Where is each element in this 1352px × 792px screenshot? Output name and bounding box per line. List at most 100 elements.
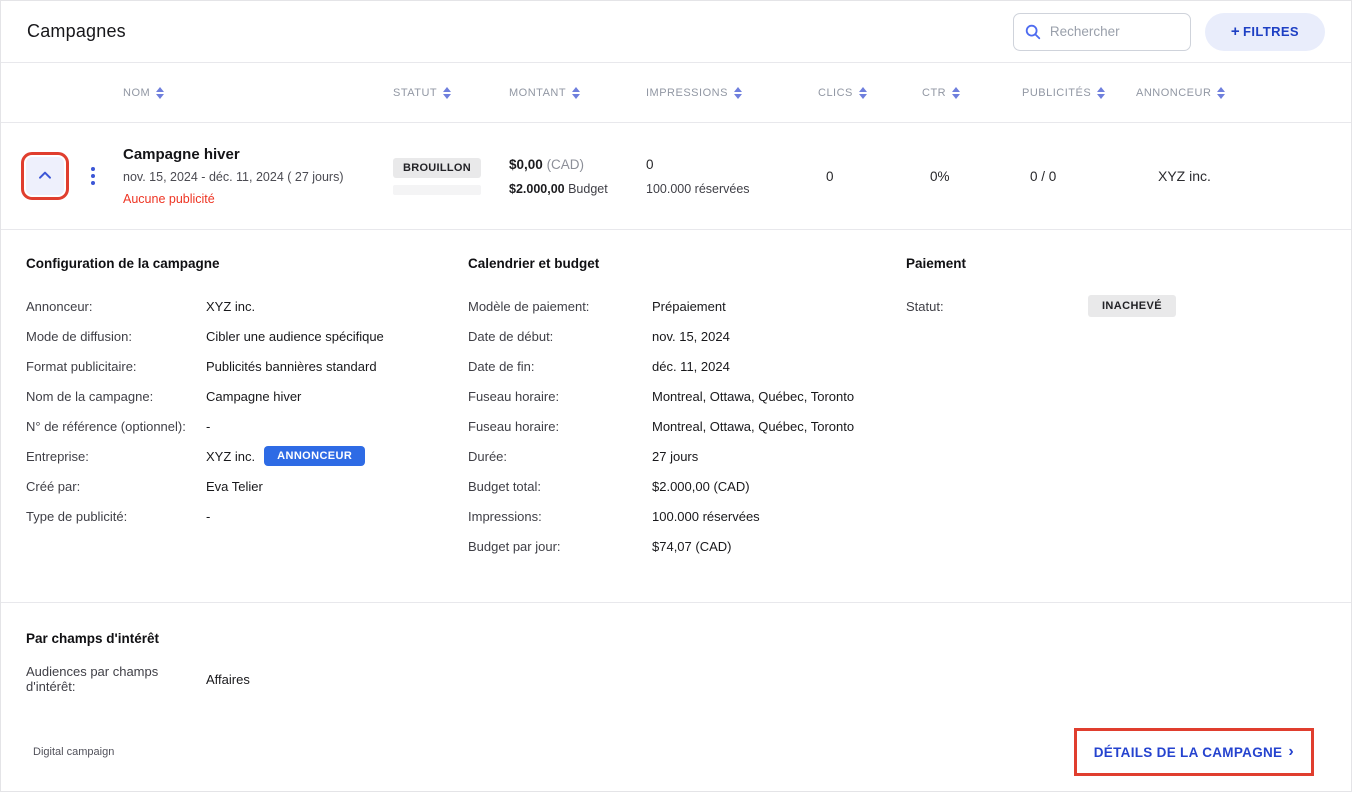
field-value: Campagne hiver: [206, 389, 301, 404]
column-header-clics[interactable]: CLICS: [818, 87, 922, 99]
amount-value: $0,00: [509, 157, 543, 172]
status-cell: BROUILLON: [393, 158, 509, 195]
config-row-entreprise: Entreprise: XYZ inc. ANNONCEUR: [26, 441, 468, 471]
field-label: Nom de la campagne:: [26, 389, 206, 404]
field-value: Publicités bannières standard: [206, 359, 377, 374]
field-value: -: [206, 419, 210, 434]
calendar-row-fuseau-1: Fuseau horaire: Montreal, Ottawa, Québec…: [468, 381, 906, 411]
campaign-row: Campagne hiver nov. 15, 2024 - déc. 11, …: [1, 123, 1351, 229]
search-input[interactable]: [1050, 24, 1170, 39]
field-value: Eva Telier: [206, 479, 263, 494]
field-value: XYZ inc. ANNONCEUR: [206, 446, 365, 466]
kebab-menu-icon[interactable]: [87, 163, 99, 189]
column-header-ctr[interactable]: CTR: [922, 87, 1022, 99]
calendar-row-modele: Modèle de paiement: Prépaiement: [468, 291, 906, 321]
interest-section-title: Par champs d'intérêt: [26, 631, 1327, 646]
calendar-budget-section: Calendrier et budget Modèle de paiement:…: [468, 256, 906, 602]
field-label: Statut:: [906, 299, 1088, 314]
column-label: STATUT: [393, 87, 437, 99]
column-label: CLICS: [818, 87, 853, 99]
field-label: Format publicitaire:: [26, 359, 206, 374]
campaign-warning: Aucune publicité: [123, 192, 393, 206]
impressions-value: 0: [646, 157, 818, 172]
collapse-row-button[interactable]: [26, 157, 64, 195]
clics-cell: 0: [818, 169, 922, 184]
publicites-cell: 0 / 0: [1022, 169, 1136, 184]
field-label: Date de fin:: [468, 359, 652, 374]
plus-icon: +: [1231, 23, 1240, 40]
campaign-name: Campagne hiver: [123, 146, 393, 163]
interest-section: Par champs d'intérêt Audiences par champ…: [1, 603, 1351, 713]
campaign-dates: nov. 15, 2024 - déc. 11, 2024 ( 27 jours…: [123, 170, 393, 184]
interest-row: Audiences par champs d'intérêt: Affaires: [26, 664, 1327, 694]
search-box[interactable]: [1013, 13, 1191, 51]
sort-icon[interactable]: [572, 87, 580, 99]
field-value: Prépaiement: [652, 299, 726, 314]
calendar-row-budget-jour: Budget par jour: $74,07 (CAD): [468, 531, 906, 561]
column-header-nom[interactable]: NOM: [123, 87, 393, 99]
campaign-details-button[interactable]: DÉTAILS DE LA CAMPAGNE ›: [1074, 728, 1314, 776]
field-label: Audiences par champs d'intérêt:: [26, 664, 206, 694]
column-label: MONTANT: [509, 87, 566, 99]
sort-icon[interactable]: [443, 87, 451, 99]
column-label: NOM: [123, 87, 150, 99]
table-header-row: NOM STATUT MONTANT IMPRESSIONS CLICS CTR…: [1, 63, 1351, 123]
filters-button-label: FILTRES: [1243, 24, 1299, 39]
field-label: Date de début:: [468, 329, 652, 344]
sort-icon[interactable]: [859, 87, 867, 99]
sort-icon[interactable]: [156, 87, 164, 99]
config-row-nom: Nom de la campagne: Campagne hiver: [26, 381, 468, 411]
sort-icon[interactable]: [1097, 87, 1105, 99]
search-icon: [1024, 23, 1042, 41]
field-value: nov. 15, 2024: [652, 329, 730, 344]
column-label: PUBLICITÉS: [1022, 87, 1091, 99]
field-label: N° de référence (optionnel):: [26, 419, 206, 434]
field-label: Impressions:: [468, 509, 652, 524]
field-label: Mode de diffusion:: [26, 329, 206, 344]
column-header-annonceur[interactable]: ANNONCEUR: [1136, 87, 1351, 99]
field-value: Montreal, Ottawa, Québec, Toronto: [652, 419, 854, 434]
payment-section: Paiement Statut: INACHEVÉ: [906, 256, 1327, 602]
field-value: Affaires: [206, 672, 250, 687]
payment-row-statut: Statut: INACHEVÉ: [906, 291, 1327, 321]
sort-icon[interactable]: [734, 87, 742, 99]
sort-icon[interactable]: [1217, 87, 1225, 99]
campaign-details-button-label: DÉTAILS DE LA CAMPAGNE: [1094, 745, 1283, 760]
progress-bar: [393, 185, 481, 195]
campaign-name-cell[interactable]: Campagne hiver nov. 15, 2024 - déc. 11, …: [123, 146, 393, 206]
configuration-section-title: Configuration de la campagne: [26, 256, 468, 271]
sort-icon[interactable]: [952, 87, 960, 99]
amount-cell: $0,00 (CAD) $2.000,00 Budget: [509, 157, 646, 196]
field-value: XYZ inc.: [206, 299, 255, 314]
campaigns-page: Campagnes + FILTRES NOM STATUT: [0, 0, 1352, 792]
annonceur-cell: XYZ inc.: [1136, 168, 1351, 184]
field-label: Fuseau horaire:: [468, 419, 652, 434]
campaign-type-label: Digital campaign: [33, 746, 114, 758]
impressions-cell: 0 100.000 réservées: [646, 157, 818, 196]
annonceur-badge: ANNONCEUR: [264, 446, 365, 466]
footer-bar: Digital campaign DÉTAILS DE LA CAMPAGNE …: [1, 713, 1351, 791]
config-row-type-publicite: Type de publicité: -: [26, 501, 468, 531]
impressions-reserved: 100.000 réservées: [646, 182, 818, 196]
row-controls: [1, 157, 123, 195]
amount-currency: (CAD): [547, 157, 585, 172]
column-header-publicites[interactable]: PUBLICITÉS: [1022, 87, 1136, 99]
column-header-statut[interactable]: STATUT: [393, 87, 509, 99]
field-value: Cibler une audience spécifique: [206, 329, 384, 344]
field-value: 100.000 réservées: [652, 509, 760, 524]
field-value: 27 jours: [652, 449, 698, 464]
column-header-impressions[interactable]: IMPRESSIONS: [646, 87, 818, 99]
ctr-cell: 0%: [922, 169, 1022, 184]
field-value: $74,07 (CAD): [652, 539, 731, 554]
column-header-montant[interactable]: MONTANT: [509, 87, 646, 99]
chevron-up-icon: [35, 166, 55, 186]
entreprise-value: XYZ inc.: [206, 449, 255, 464]
field-label: Budget total:: [468, 479, 652, 494]
configuration-section: Configuration de la campagne Annonceur: …: [26, 256, 468, 602]
field-label: Modèle de paiement:: [468, 299, 652, 314]
field-label: Annonceur:: [26, 299, 206, 314]
budget-suffix: Budget: [568, 182, 608, 196]
column-label: IMPRESSIONS: [646, 87, 728, 99]
filters-button[interactable]: + FILTRES: [1205, 13, 1325, 51]
config-row-annonceur: Annonceur: XYZ inc.: [26, 291, 468, 321]
